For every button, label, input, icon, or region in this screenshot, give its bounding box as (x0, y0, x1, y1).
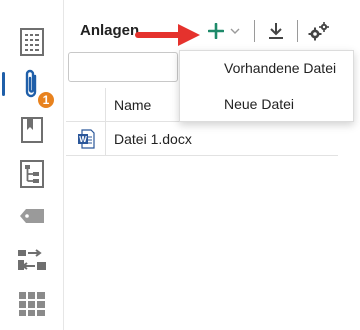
panel-title: Anlagen (80, 22, 140, 39)
column-header-name[interactable]: Name (106, 88, 151, 121)
tag-icon (20, 209, 44, 223)
rail-item-attachments[interactable]: 1 (2, 66, 56, 110)
annotation-arrow (135, 24, 200, 46)
document-grid-icon (20, 28, 44, 56)
bookmark-icon (21, 117, 43, 143)
menu-item-existing-file[interactable]: Vorhandene Datei (180, 51, 353, 85)
tiles-icon (19, 292, 45, 316)
add-dropdown-menu: Vorhandene Datei Neue Datei (179, 50, 354, 122)
rail-item-tags[interactable] (14, 198, 50, 234)
search-input[interactable] (68, 52, 178, 82)
hierarchy-icon (20, 160, 44, 188)
file-name: Datei 1.docx (114, 131, 192, 147)
toolbar-divider (254, 20, 255, 42)
settings-button[interactable] (306, 14, 332, 48)
rail-item-transfer[interactable] (14, 242, 50, 278)
add-attachment-button[interactable] (202, 14, 246, 48)
gears-icon (308, 22, 329, 41)
svg-text:W: W (79, 135, 87, 144)
icon-column-header (66, 88, 106, 121)
plus-icon (208, 23, 224, 39)
toolbar-divider (297, 20, 298, 42)
chevron-down-icon (230, 28, 240, 34)
attachment-count-badge: 1 (36, 90, 56, 110)
menu-item-new-file[interactable]: Neue Datei (180, 87, 353, 121)
word-document-icon: W (77, 128, 95, 149)
download-icon (269, 23, 283, 39)
table-row[interactable]: W Datei 1.docx (66, 122, 338, 156)
rail-item-tiles[interactable] (14, 286, 50, 322)
rail-item-bookmarks[interactable] (14, 112, 50, 148)
transfer-icon (18, 249, 46, 270)
toolbar (202, 14, 332, 48)
side-rail: 1 (0, 0, 64, 330)
rail-item-structure[interactable] (14, 156, 50, 192)
download-button[interactable] (263, 14, 289, 48)
rail-item-overview[interactable] (14, 24, 50, 60)
file-type-cell: W (66, 122, 106, 155)
